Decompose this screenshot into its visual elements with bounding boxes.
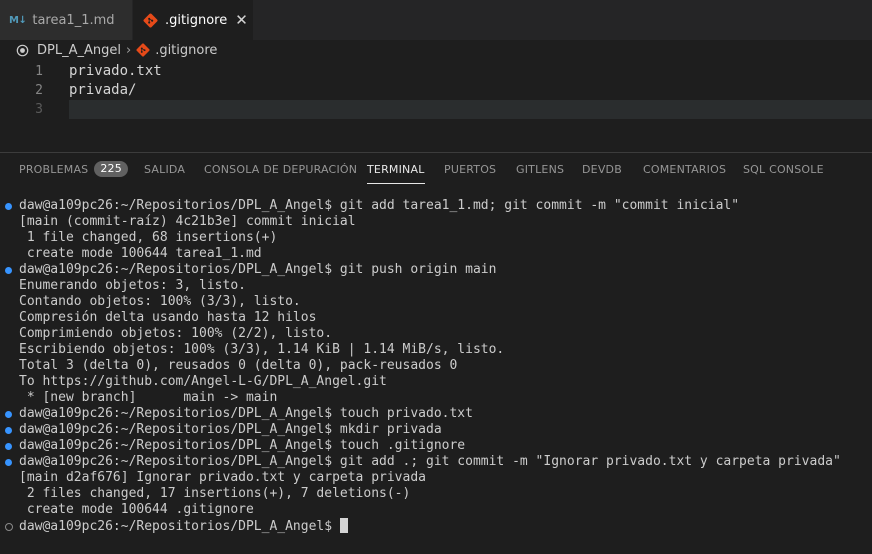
terminal-output-line: To https://github.com/Angel-L-G/DPL_A_An…: [19, 374, 387, 390]
command-success-icon[interactable]: [5, 267, 12, 274]
current-line-highlight: [69, 100, 872, 119]
command-success-icon[interactable]: [5, 459, 12, 466]
problems-count-badge: 225: [94, 161, 128, 177]
terminal-output-line: create mode 100644 .gitignore: [19, 502, 254, 518]
tab-label: SALIDA: [144, 163, 186, 176]
terminal-command-line: daw@a109pc26:~/Repositorios/DPL_A_Angel$: [19, 518, 348, 534]
terminal-line-text: create mode 100644 tarea1_1.md: [19, 246, 262, 261]
terminal-output-line: 2 files changed, 17 insertions(+), 7 del…: [19, 486, 411, 502]
terminal-output-line: Enumerando objetos: 3, listo.: [19, 278, 246, 294]
tab-label: TERMINAL: [367, 163, 425, 176]
tab-consola-depuracion[interactable]: CONSOLA DE DEPURACIÓN: [204, 153, 357, 189]
terminal-output-line: * [new branch] main -> main: [19, 390, 277, 406]
command-success-icon[interactable]: [5, 203, 12, 210]
tab-comentarios[interactable]: COMENTARIOS: [643, 153, 726, 189]
terminal-output[interactable]: daw@a109pc26:~/Repositorios/DPL_A_Angel$…: [0, 198, 872, 548]
line-number: 2: [35, 83, 43, 98]
command-success-icon[interactable]: [5, 427, 12, 434]
tab-devdb[interactable]: DEVDB: [582, 153, 622, 189]
tab-problemas[interactable]: PROBLEMAS 225: [19, 153, 128, 189]
code-editor[interactable]: 1 privado.txt 2 privada/ 3: [0, 62, 872, 150]
tab-sql-console[interactable]: SQL CONSOLE: [743, 153, 824, 189]
terminal-line-text: Total 3 (delta 0), reusados 0 (delta 0),…: [19, 358, 458, 373]
terminal-output-line: Escribiendo objetos: 100% (3/3), 1.14 Ki…: [19, 342, 504, 358]
editor-line[interactable]: 1 privado.txt: [0, 62, 872, 81]
terminal-command-line: daw@a109pc26:~/Repositorios/DPL_A_Angel$…: [19, 438, 465, 454]
folder-root-icon: [16, 44, 29, 56]
tab-label: PROBLEMAS: [19, 163, 89, 176]
tab-label: CONSOLA DE DEPURACIÓN: [204, 163, 358, 176]
tab-puertos[interactable]: PUERTOS: [444, 153, 496, 189]
terminal-line-text: daw@a109pc26:~/Repositorios/DPL_A_Angel$…: [19, 438, 466, 453]
line-number: 3: [35, 102, 43, 117]
tab-label: COMENTARIOS: [643, 163, 727, 176]
markdown-icon: M↓: [9, 14, 27, 26]
terminal-output-line: Total 3 (delta 0), reusados 0 (delta 0),…: [19, 358, 457, 374]
breadcrumb-root[interactable]: DPL_A_Angel: [37, 43, 121, 58]
terminal-line-text: Comprimiendo objetos: 100% (2/2), listo.: [19, 326, 333, 341]
line-text: privada/: [69, 82, 137, 98]
terminal-line-text: 2 files changed, 17 insertions(+), 7 del…: [19, 486, 411, 501]
terminal-output-line: create mode 100644 tarea1_1.md: [19, 246, 262, 262]
git-icon: [136, 43, 150, 57]
editor-tab-bar: M↓ tarea1_1.md .gitignore ✕: [0, 0, 872, 40]
terminal-line-text: [main d2af676] Ignorar privado.txt y car…: [19, 470, 426, 485]
tab-label: DEVDB: [582, 163, 622, 176]
terminal-line-text: Contando objetos: 100% (3/3), listo.: [19, 294, 301, 309]
line-number: 1: [35, 64, 43, 79]
git-icon: [143, 13, 158, 27]
terminal-line-text: 1 file changed, 68 insertions(+): [19, 230, 278, 245]
terminal-output-line: Contando objetos: 100% (3/3), listo.: [19, 294, 301, 310]
tab-label: GITLENS: [516, 163, 565, 176]
terminal-line-text: Enumerando objetos: 3, listo.: [19, 278, 246, 293]
terminal-line-text: daw@a109pc26:~/Repositorios/DPL_A_Angel$: [19, 519, 340, 534]
tab-salida[interactable]: SALIDA: [144, 153, 185, 189]
terminal-line-text: [main (commit-raíz) 4c21b3e] commit inic…: [19, 214, 356, 229]
terminal-line-text: Compresión delta usando hasta 12 hilos: [19, 310, 317, 325]
terminal-output-line: Compresión delta usando hasta 12 hilos: [19, 310, 316, 326]
terminal-command-line: daw@a109pc26:~/Repositorios/DPL_A_Angel$…: [19, 262, 496, 278]
terminal-command-line: daw@a109pc26:~/Repositorios/DPL_A_Angel$…: [19, 422, 442, 438]
terminal-output-line: Comprimiendo objetos: 100% (2/2), listo.: [19, 326, 332, 342]
terminal-line-text: daw@a109pc26:~/Repositorios/DPL_A_Angel$…: [19, 262, 497, 277]
breadcrumb-file[interactable]: .gitignore: [155, 43, 217, 58]
tab-label: .gitignore: [165, 12, 228, 28]
close-icon[interactable]: ✕: [235, 11, 248, 29]
tab-gitlens[interactable]: GITLENS: [516, 153, 564, 189]
terminal-line-text: To https://github.com/Angel-L-G/DPL_A_An…: [19, 374, 387, 389]
terminal-line-text: Escribiendo objetos: 100% (3/3), 1.14 Ki…: [19, 342, 505, 357]
terminal-line-text: daw@a109pc26:~/Repositorios/DPL_A_Angel$…: [19, 406, 473, 421]
tab-tarea1-md[interactable]: M↓ tarea1_1.md: [0, 0, 133, 40]
line-text: privado.txt: [69, 63, 162, 79]
terminal-line-text: daw@a109pc26:~/Repositorios/DPL_A_Angel$…: [19, 454, 841, 469]
terminal-line-text: daw@a109pc26:~/Repositorios/DPL_A_Angel$…: [19, 198, 740, 213]
terminal-output-line: [main (commit-raíz) 4c21b3e] commit inic…: [19, 214, 356, 230]
tab-gitignore[interactable]: .gitignore ✕: [133, 0, 253, 40]
terminal-output-line: 1 file changed, 68 insertions(+): [19, 230, 277, 246]
editor-line-current[interactable]: 3: [0, 100, 872, 119]
tab-terminal[interactable]: TERMINAL: [367, 153, 425, 189]
terminal-output-line: [main d2af676] Ignorar privado.txt y car…: [19, 470, 426, 486]
tab-label: PUERTOS: [444, 163, 497, 176]
terminal-cursor: [339, 518, 348, 533]
terminal-line-text: daw@a109pc26:~/Repositorios/DPL_A_Angel$…: [19, 422, 442, 437]
terminal-line-text: create mode 100644 .gitignore: [19, 502, 254, 517]
terminal-command-line: daw@a109pc26:~/Repositorios/DPL_A_Angel$…: [19, 454, 841, 470]
chevron-right-icon: ›: [125, 42, 132, 58]
command-success-icon[interactable]: [5, 443, 12, 450]
editor-line[interactable]: 2 privada/: [0, 81, 872, 100]
terminal-command-line: daw@a109pc26:~/Repositorios/DPL_A_Angel$…: [19, 406, 473, 422]
terminal-command-line: daw@a109pc26:~/Repositorios/DPL_A_Angel$…: [19, 198, 739, 214]
command-pending-icon[interactable]: [5, 523, 13, 531]
panel-tab-bar: PROBLEMAS 225 SALIDA CONSOLA DE DEPURACIÓ…: [0, 153, 872, 189]
terminal-line-text: * [new branch] main -> main: [19, 390, 278, 405]
tab-label: tarea1_1.md: [32, 12, 115, 28]
command-success-icon[interactable]: [5, 411, 12, 418]
tab-label: SQL CONSOLE: [743, 163, 824, 176]
vscode-window: M↓ tarea1_1.md .gitignore ✕ DPL_A_Angel …: [0, 0, 872, 554]
breadcrumb: DPL_A_Angel › .gitignore: [16, 41, 217, 59]
